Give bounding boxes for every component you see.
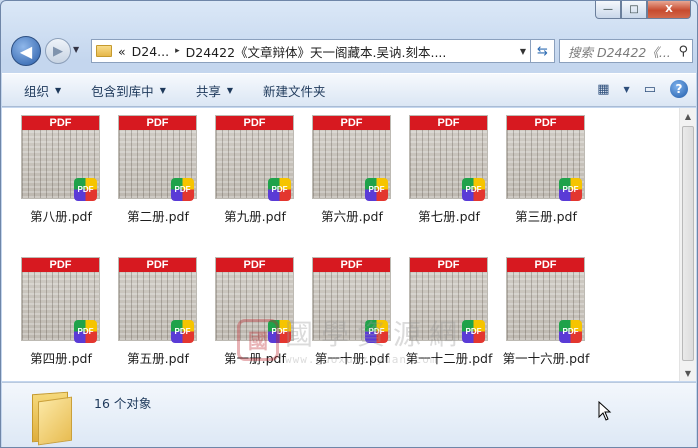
view-dropdown-icon[interactable]: ▼ xyxy=(624,85,630,94)
explorer-window: — □ X ◀ ▶ ▼ « D24... ▸ D24422《文章辩体》天一阁藏本… xyxy=(0,0,698,448)
file-name: 第一十六册.pdf xyxy=(502,351,590,366)
pdf-app-icon: PDF xyxy=(171,178,194,201)
minimize-button[interactable]: — xyxy=(595,1,621,19)
back-button[interactable]: ◀ xyxy=(11,36,41,66)
pdf-app-icon: PDF xyxy=(365,178,388,201)
pdf-header: PDF xyxy=(507,258,584,272)
pdf-app-icon: PDF xyxy=(74,178,97,201)
pdf-app-icon: PDF xyxy=(365,320,388,343)
chevron-down-icon: ▼ xyxy=(159,85,166,95)
scrollbar-thumb[interactable] xyxy=(682,126,694,361)
file-list[interactable]: PDF PDF 第八册.pdf PDF PDF 第二册.pdf PDF PDF 第九册.pdf P… xyxy=(2,108,696,381)
file-item[interactable]: PDF PDF 第一册.pdf xyxy=(202,257,298,375)
pdf-header: PDF xyxy=(22,258,99,272)
address-overflow-chevrons[interactable]: « xyxy=(118,44,126,59)
file-item[interactable]: PDF PDF 第五册.pdf xyxy=(105,257,201,375)
address-segment-parent[interactable]: D24... xyxy=(132,44,169,59)
pdf-app-icon: PDF xyxy=(559,320,582,343)
forward-button[interactable]: ▶ xyxy=(45,38,71,64)
pdf-header: PDF xyxy=(313,258,390,272)
organize-menu[interactable]: 组织 ▼ xyxy=(24,81,61,100)
pdf-header: PDF xyxy=(313,116,390,130)
pdf-header: PDF xyxy=(119,258,196,272)
address-separator-icon[interactable]: ▸ xyxy=(175,46,180,56)
folder-icon xyxy=(28,389,76,446)
caption-buttons: — □ X xyxy=(595,1,691,19)
close-button[interactable]: X xyxy=(647,1,691,19)
view-controls: ▦ ▼ ▭ ? xyxy=(597,80,688,98)
vertical-scrollbar[interactable]: ▲ ▼ xyxy=(679,108,696,381)
share-menu[interactable]: 共享 ▼ xyxy=(196,81,233,100)
pdf-app-icon: PDF xyxy=(171,320,194,343)
pdf-header: PDF xyxy=(216,258,293,272)
file-item[interactable]: PDF PDF 第六册.pdf xyxy=(299,115,395,233)
preview-pane-icon[interactable]: ▭ xyxy=(644,82,656,97)
recent-pages-dropdown-icon[interactable]: ▼ xyxy=(73,45,79,54)
search-icon[interactable]: ⚲ xyxy=(678,44,692,59)
search-input[interactable]: 搜索 D24422《... ⚲ xyxy=(559,39,693,63)
file-item[interactable]: PDF PDF 第七册.pdf xyxy=(396,115,492,233)
file-item[interactable]: PDF PDF 第四册.pdf xyxy=(8,257,104,375)
pdf-header: PDF xyxy=(216,116,293,130)
scroll-down-icon[interactable]: ▼ xyxy=(680,365,696,381)
pdf-app-icon: PDF xyxy=(268,178,291,201)
include-in-library-menu[interactable]: 包含到库中 ▼ xyxy=(91,81,166,100)
item-count: 16 个对象 xyxy=(94,396,152,411)
refresh-button[interactable]: ⇆ xyxy=(531,39,555,63)
new-folder-label: 新建文件夹 xyxy=(263,83,326,99)
help-icon[interactable]: ? xyxy=(670,80,688,98)
folder-icon xyxy=(96,45,112,57)
file-item[interactable]: PDF PDF 第九册.pdf xyxy=(202,115,298,233)
organize-label: 组织 xyxy=(24,83,50,99)
pdf-header: PDF xyxy=(410,258,487,272)
pdf-header: PDF xyxy=(507,116,584,130)
file-item[interactable]: PDF PDF 第三册.pdf xyxy=(493,115,589,233)
share-label: 共享 xyxy=(195,83,221,99)
file-item[interactable]: PDF PDF 第一十册.pdf xyxy=(299,257,395,375)
command-bar: 组织 ▼ 包含到库中 ▼ 共享 ▼ 新建文件夹 ▦ ▼ ▭ ? xyxy=(2,73,696,107)
file-item[interactable]: PDF PDF 第八册.pdf xyxy=(8,115,104,233)
chevron-down-icon: ▼ xyxy=(55,85,62,95)
pdf-app-icon: PDF xyxy=(74,320,97,343)
chevron-down-icon: ▼ xyxy=(226,85,234,95)
file-item[interactable]: PDF PDF 第一十六册.pdf xyxy=(493,257,589,375)
scroll-up-icon[interactable]: ▲ xyxy=(680,108,696,124)
pdf-header: PDF xyxy=(410,116,487,130)
view-options-icon[interactable]: ▦ xyxy=(597,82,609,97)
pdf-app-icon: PDF xyxy=(462,320,485,343)
file-name: 第三册.pdf xyxy=(515,209,577,224)
search-placeholder: 搜索 D24422《... xyxy=(568,44,671,60)
pdf-header: PDF xyxy=(119,116,196,130)
address-bar[interactable]: « D24... ▸ D24422《文章辩体》天一阁藏本.吴讷.刻本.... ▼ xyxy=(91,39,531,63)
include-in-library-label: 包含到库中 xyxy=(91,83,154,99)
address-dropdown-icon[interactable]: ▼ xyxy=(516,47,530,56)
file-item[interactable]: PDF PDF 第二册.pdf xyxy=(105,115,201,233)
pdf-header: PDF xyxy=(22,116,99,130)
details-pane: 16 个对象 xyxy=(2,382,696,447)
pdf-app-icon: PDF xyxy=(462,178,485,201)
new-folder-button[interactable]: 新建文件夹 xyxy=(263,81,326,100)
pdf-app-icon: PDF xyxy=(559,178,582,201)
file-item[interactable]: PDF PDF 第一十二册.pdf xyxy=(396,257,492,375)
mouse-cursor-icon xyxy=(598,400,612,424)
pdf-app-icon: PDF xyxy=(268,320,291,343)
address-segment-current[interactable]: D24422《文章辩体》天一阁藏本.吴讷.刻本.... xyxy=(186,42,447,61)
navigation-bar: ◀ ▶ ▼ « D24... ▸ D24422《文章辩体》天一阁藏本.吴讷.刻本… xyxy=(7,35,693,67)
maximize-button[interactable]: □ xyxy=(621,1,647,19)
